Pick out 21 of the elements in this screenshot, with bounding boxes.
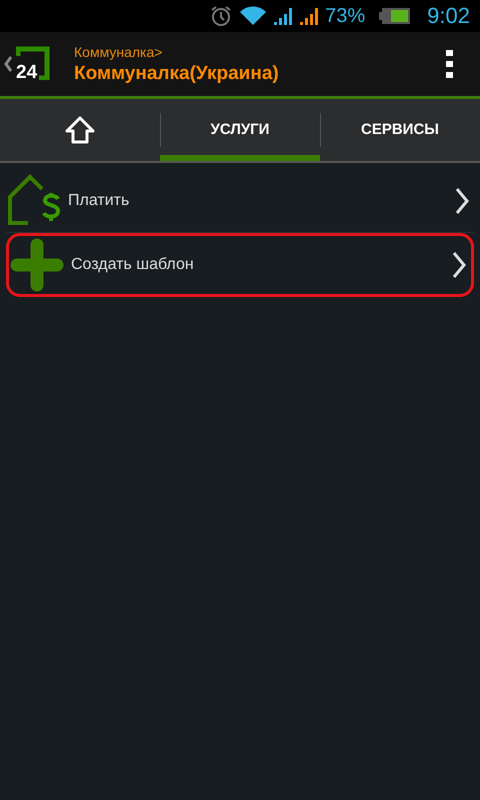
tab[interactable]: СЕРВИСЫ — [320, 99, 480, 161]
home-icon — [65, 116, 95, 144]
breadcrumb: Коммуналка> — [74, 44, 164, 60]
list-item[interactable]: Платить — [6, 169, 474, 233]
list-item[interactable]: Создать шаблон — [6, 233, 474, 297]
chevron-left-icon — [4, 56, 12, 72]
clock: 9:02 — [427, 3, 470, 29]
chevron-right-icon — [454, 186, 470, 214]
battery-icon — [379, 7, 412, 25]
chevron-right-icon — [451, 251, 467, 279]
back-button[interactable]: 24 — [0, 32, 52, 96]
alarm-clock-icon — [209, 5, 234, 27]
plus-icon — [9, 237, 65, 293]
wifi-icon — [239, 6, 268, 26]
battery-percent: 73% — [325, 4, 366, 28]
more-icon — [446, 50, 454, 78]
signal-icon — [273, 6, 294, 26]
app-logo: 24 — [16, 46, 52, 82]
tab[interactable]: УСЛУГИ — [160, 99, 320, 161]
screen-title: Коммуналка(Украина) — [74, 62, 280, 84]
signal-icon — [299, 6, 320, 26]
